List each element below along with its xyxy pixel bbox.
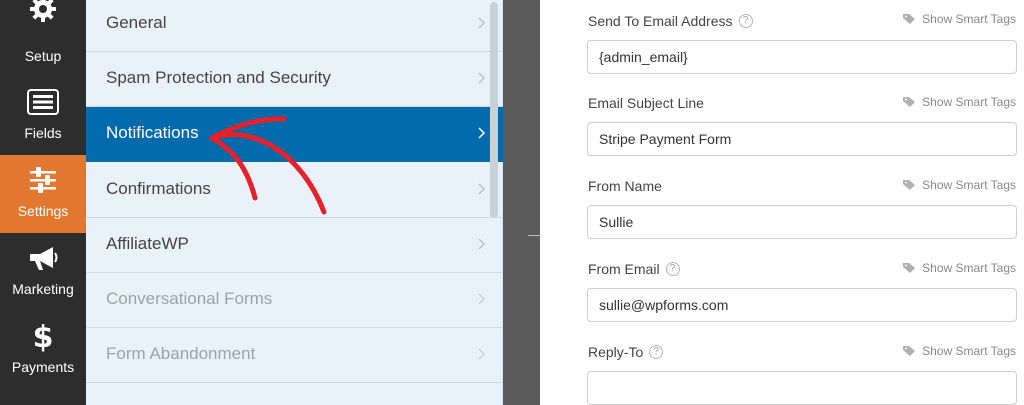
- nav-payments-label: Payments: [11, 359, 75, 375]
- reply-to-label: Reply-To ?: [588, 344, 664, 360]
- from-email-label: From Email ?: [588, 261, 680, 277]
- help-icon[interactable]: ?: [649, 345, 664, 359]
- from-name-label: From Name: [588, 178, 662, 194]
- svg-text:$: $: [33, 320, 53, 353]
- nav-fields[interactable]: Fields: [0, 77, 86, 155]
- smart-tags-label: Show Smart Tags: [922, 178, 1016, 192]
- menu-item-affiliatewp[interactable]: AffiliateWP: [86, 218, 503, 273]
- megaphone-icon: [0, 243, 86, 273]
- chevron-right-icon: [478, 238, 486, 250]
- menu-item-form-abandonment[interactable]: Form Abandonment: [86, 328, 503, 383]
- notification-form: Send To Email Address ? Show Smart Tags …: [540, 0, 1024, 405]
- fields-icon: [0, 87, 86, 117]
- smart-tags-label: Show Smart Tags: [922, 12, 1016, 26]
- dollar-icon: $: [0, 320, 86, 353]
- email-subject-input[interactable]: Stripe Payment Form: [587, 122, 1017, 156]
- menu-item-conversational-forms[interactable]: Conversational Forms: [86, 273, 503, 328]
- show-smart-tags-link[interactable]: Show Smart Tags: [902, 178, 1016, 192]
- chevron-right-icon: [478, 348, 486, 360]
- gear-icon: [0, 0, 86, 24]
- menu-item-label: General: [106, 13, 167, 32]
- menu-item-label: Spam Protection and Security: [106, 68, 331, 87]
- tag-icon: [903, 97, 916, 107]
- help-icon[interactable]: ?: [665, 262, 680, 276]
- field-label-text: From Name: [588, 178, 662, 194]
- nav-settings-label: Settings: [17, 203, 69, 219]
- smart-tags-label: Show Smart Tags: [922, 344, 1016, 358]
- field-label-text: Reply-To: [588, 344, 644, 360]
- menu-item-confirmations[interactable]: Confirmations: [86, 163, 503, 218]
- sliders-icon: [0, 165, 86, 195]
- nav-settings[interactable]: Settings: [0, 155, 86, 233]
- send-to-label: Send To Email Address ?: [588, 13, 753, 29]
- menu-item-general[interactable]: General: [86, 0, 503, 52]
- chevron-right-icon: [478, 17, 486, 29]
- menu-item-label: Form Abandonment: [106, 344, 256, 363]
- nav-marketing-label: Marketing: [12, 281, 74, 297]
- tag-icon: [903, 180, 916, 190]
- settings-panel: General Spam Protection and Security Not…: [86, 0, 503, 405]
- tag-icon: [903, 14, 916, 24]
- divider-mark: [528, 235, 540, 236]
- tag-icon: [903, 346, 916, 356]
- menu-item-label: Conversational Forms: [106, 289, 273, 308]
- chevron-right-icon: [478, 127, 486, 139]
- menu-item-label: Confirmations: [106, 179, 211, 198]
- tag-icon: [903, 263, 916, 273]
- chevron-right-icon: [478, 293, 486, 305]
- panel-divider: [503, 0, 540, 405]
- from-email-input[interactable]: sullie@wpforms.com: [587, 288, 1017, 322]
- nav-marketing[interactable]: Marketing: [0, 233, 86, 311]
- builder-sidebar: Setup Fields Settings Marketing $ Paymen…: [0, 0, 86, 405]
- nav-setup[interactable]: Setup: [0, 0, 86, 78]
- show-smart-tags-link[interactable]: Show Smart Tags: [902, 95, 1016, 109]
- show-smart-tags-link[interactable]: Show Smart Tags: [902, 344, 1016, 358]
- field-label-text: Send To Email Address: [588, 13, 733, 29]
- help-icon[interactable]: ?: [738, 14, 753, 28]
- nav-setup-label: Setup: [24, 48, 62, 64]
- field-label-text: From Email: [588, 261, 660, 277]
- show-smart-tags-link[interactable]: Show Smart Tags: [902, 261, 1016, 275]
- smart-tags-label: Show Smart Tags: [922, 95, 1016, 109]
- reply-to-input[interactable]: [587, 371, 1017, 405]
- panel-scrollbar[interactable]: [490, 2, 498, 218]
- chevron-right-icon: [478, 72, 486, 84]
- menu-item-label: Notifications: [106, 123, 199, 142]
- chevron-right-icon: [478, 183, 486, 195]
- show-smart-tags-link[interactable]: Show Smart Tags: [902, 12, 1016, 26]
- menu-item-notifications[interactable]: Notifications: [86, 107, 503, 162]
- send-to-email-input[interactable]: {admin_email}: [587, 40, 1017, 74]
- menu-item-spam-protection[interactable]: Spam Protection and Security: [86, 52, 503, 107]
- field-label-text: Email Subject Line: [588, 95, 704, 111]
- subject-label: Email Subject Line: [588, 95, 704, 111]
- nav-fields-label: Fields: [24, 125, 62, 141]
- menu-item-label: AffiliateWP: [106, 234, 189, 253]
- nav-payments[interactable]: $ Payments: [0, 311, 86, 389]
- smart-tags-label: Show Smart Tags: [922, 261, 1016, 275]
- from-name-input[interactable]: Sullie: [587, 205, 1017, 239]
